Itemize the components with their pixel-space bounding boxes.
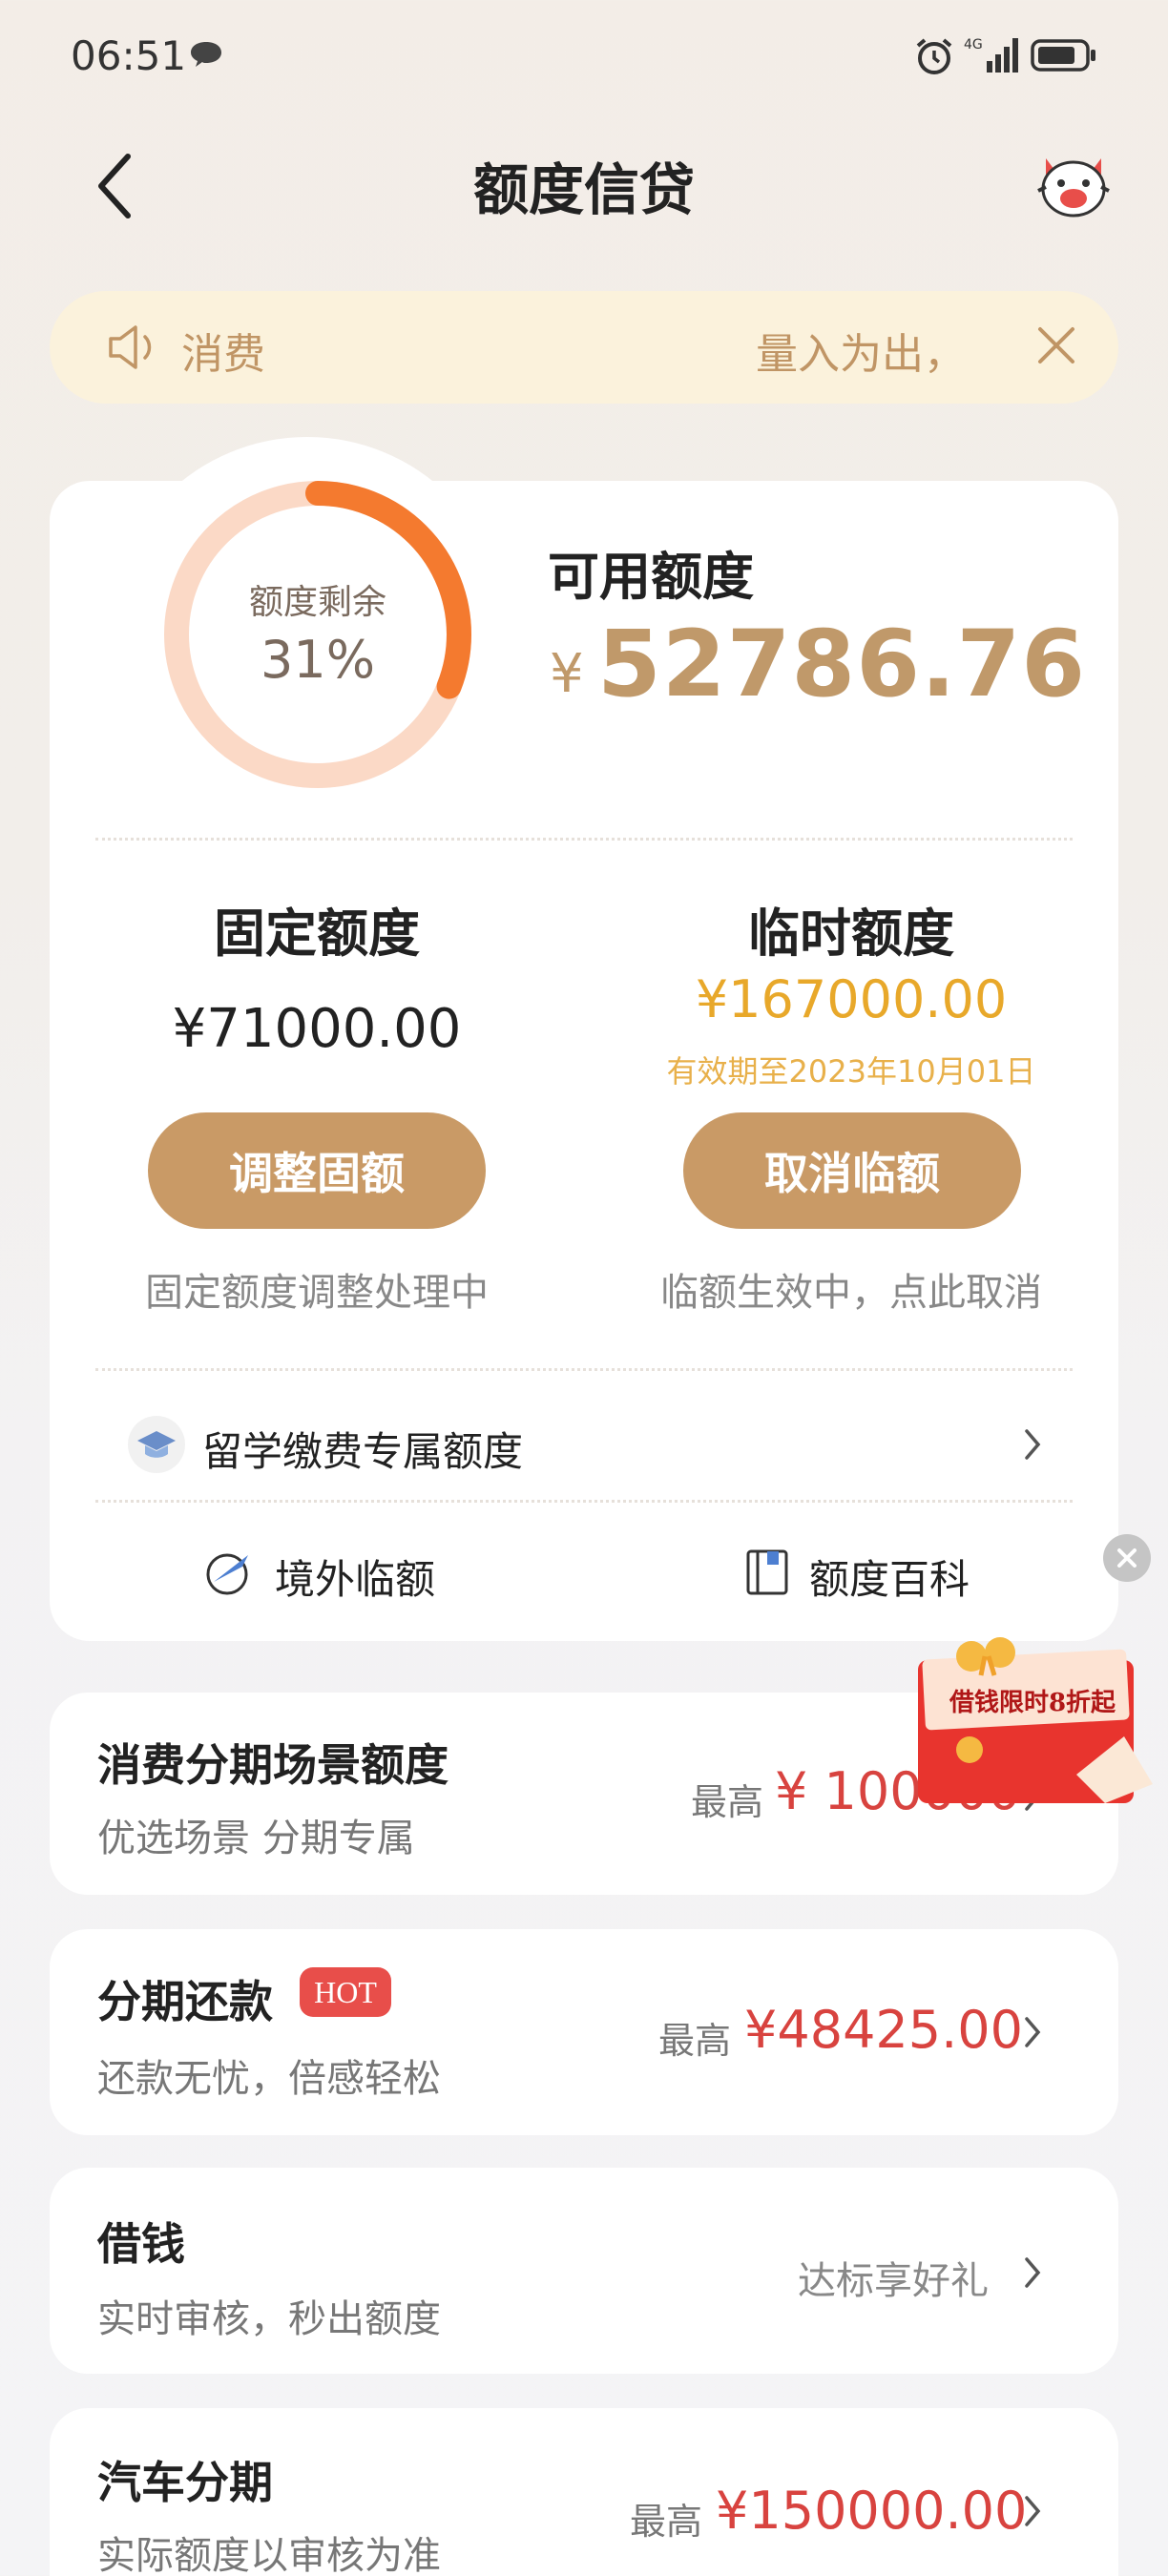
list-item-title: 消费分期场景额度	[97, 1739, 448, 1791]
list-item-subtitle: 实时审核，秒出额度	[97, 2297, 441, 2341]
chevron-right-icon	[1025, 2257, 1041, 2288]
ring-percent: 31%	[260, 630, 376, 690]
divider	[95, 1500, 1073, 1503]
study-abroad-quota-label: 留学缴费专属额度	[202, 1428, 524, 1475]
signal-icon: 4G	[964, 37, 1018, 73]
list-item-prefix: 最高	[658, 2020, 732, 2062]
list-item-right-text: 达标享好礼	[798, 2259, 989, 2303]
close-icon[interactable]	[1032, 322, 1080, 369]
battery-icon	[1031, 39, 1095, 72]
plane-globe-icon	[206, 1553, 248, 1595]
available-quota-label: 可用额度	[548, 547, 754, 607]
divider	[95, 1368, 1073, 1371]
adjust-fixed-quota-button[interactable]: 调整固额	[148, 1112, 486, 1229]
hot-badge: HOT	[300, 1967, 391, 2017]
graduation-cap-icon	[128, 1416, 185, 1473]
notice-text-right: 量入为出，	[756, 330, 966, 379]
page-title: 额度信贷	[472, 157, 695, 222]
divider	[95, 838, 1073, 841]
ring-label: 额度剩余	[248, 583, 386, 622]
list-item-amount: ¥150000.00	[716, 2481, 1028, 2541]
temp-quota-amount: ¥167000.00	[695, 969, 1008, 1029]
notice-text-left: 消费	[181, 330, 265, 379]
overseas-temp-quota-link[interactable]: 境外临额	[275, 1548, 435, 1606]
notice-bar[interactable]: 消费 量入为出，	[50, 291, 1118, 404]
chevron-right-icon	[1025, 2017, 1041, 2047]
fixed-quota-note: 固定额度调整处理中	[145, 1271, 489, 1315]
quota-wiki-link[interactable]: 额度百科	[809, 1548, 970, 1606]
temp-quota-validity: 有效期至2023年10月01日	[666, 1053, 1036, 1090]
list-item-prefix: 最高	[691, 1781, 764, 1823]
mascot-avatar-icon[interactable]	[1032, 149, 1115, 221]
list-item-title: 分期还款	[97, 1976, 273, 2027]
list-item-subtitle: 优选场景 分期专属	[97, 1817, 415, 1860]
fixed-quota-amount: ¥71000.00	[172, 998, 462, 1060]
available-quota-amount: 52786.76	[597, 611, 1087, 717]
network-type-label: 4G	[964, 37, 983, 52]
list-item-prefix: 最高	[630, 2501, 703, 2543]
temp-quota-note[interactable]: 临额生效中，点此取消	[584, 1261, 1118, 1317]
list-item-subtitle: 还款无忧，倍感轻松	[97, 2057, 441, 2101]
list-item-title: 汽车分期	[97, 2457, 273, 2508]
book-icon	[746, 1549, 788, 1595]
currency-symbol: ¥	[550, 643, 584, 705]
status-time: 06:51	[71, 32, 187, 79]
temp-quota-title: 临时额度	[748, 904, 954, 964]
list-item-amount: ¥48425.00	[744, 2000, 1024, 2060]
cancel-temp-quota-button[interactable]: 取消临额	[683, 1112, 1021, 1229]
list-item-title: 借钱	[97, 2218, 185, 2270]
alarm-icon	[916, 38, 952, 74]
chevron-right-icon	[1025, 1429, 1041, 1460]
close-icon	[1117, 1548, 1137, 1568]
speaker-icon	[109, 325, 152, 369]
chat-bubble-icon	[191, 42, 221, 67]
promo-text: 借钱限时8折起	[949, 1689, 1116, 1717]
chevron-right-icon	[1025, 2496, 1041, 2526]
fixed-quota-title: 固定额度	[214, 904, 420, 964]
promo-close-button[interactable]	[1103, 1534, 1151, 1582]
list-item-subtitle: 实际额度以审核为准	[97, 2534, 441, 2576]
